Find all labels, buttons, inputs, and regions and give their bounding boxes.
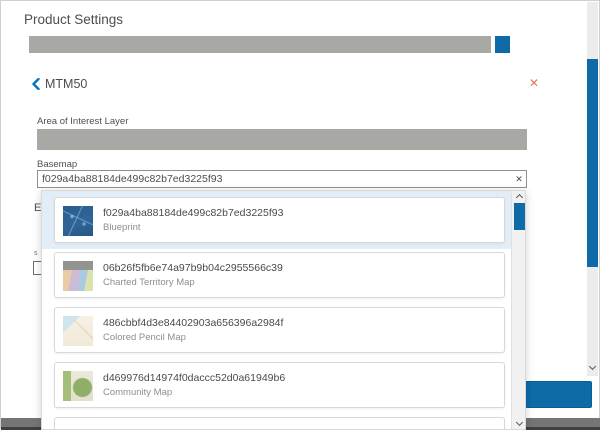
basemap-option-partial[interactable] [54,417,505,430]
product-settings-window: Product Settings MTM50 ✕ Area of Interes… [0,0,600,429]
back-link-label: MTM50 [45,77,87,91]
scroll-down-button[interactable] [587,362,598,376]
close-icon[interactable]: ✕ [529,76,539,90]
basemap-thumbnail-charted-territory [63,261,93,291]
dropdown-scroll-down-button[interactable] [512,418,526,430]
redacted-toolbar-bar [29,36,491,53]
basemap-option-id: 486cbbf4d3e84402903a656396a2984f [103,317,283,329]
chevron-left-icon [32,78,40,90]
basemap-dropdown-list: f029a4ba88184de499c82b7ed3225f93 Bluepri… [41,190,526,430]
primary-action-button[interactable] [525,381,592,408]
clear-input-icon[interactable]: ✕ [512,172,526,186]
back-link[interactable]: MTM50 [32,76,87,92]
basemap-thumbnail-community [63,371,93,401]
window-scrollbar[interactable] [587,2,598,376]
basemap-thumbnail-blueprint [63,206,93,236]
chevron-down-icon [515,419,522,426]
hidden-field-fragment: s [34,250,38,257]
dropdown-scrollbar[interactable] [511,191,525,430]
basemap-option-name: Charted Territory Map [103,277,195,288]
page-title: Product Settings [24,12,123,27]
basemap-option-name: Colored Pencil Map [103,332,186,343]
basemap-option[interactable]: 06b26f5fb6e74a97b9b04c2955566c39 Charted… [54,252,505,298]
dropdown-scroll-up-button[interactable] [512,191,526,203]
dropdown-scrollbar-thumb[interactable] [514,203,525,230]
chevron-up-icon [515,194,522,201]
basemap-option[interactable]: f029a4ba88184de499c82b7ed3225f93 Bluepri… [54,197,505,243]
basemap-input[interactable] [37,170,527,188]
basemap-option-name: Blueprint [103,222,141,233]
basemap-field-label: Basemap [37,159,77,170]
basemap-option[interactable]: 486cbbf4d3e84402903a656396a2984f Colored… [54,307,505,353]
basemap-thumbnail-colored-pencil [63,316,93,346]
toolbar-blue-button[interactable] [495,36,510,53]
basemap-option-id: f029a4ba88184de499c82b7ed3225f93 [103,207,283,219]
basemap-option-id: 06b26f5fb6e74a97b9b04c2955566c39 [103,262,283,274]
basemap-option-id: d469976d14974f0daccc52d0a61949b6 [103,372,285,384]
chevron-down-icon [589,363,596,370]
basemap-option[interactable]: d469976d14974f0daccc52d0a61949b6 Communi… [54,362,505,408]
aoi-field-label: Area of Interest Layer [37,116,128,127]
basemap-option-name: Community Map [103,387,172,398]
window-scrollbar-thumb[interactable] [587,59,598,267]
aoi-redacted-value[interactable] [37,129,527,150]
